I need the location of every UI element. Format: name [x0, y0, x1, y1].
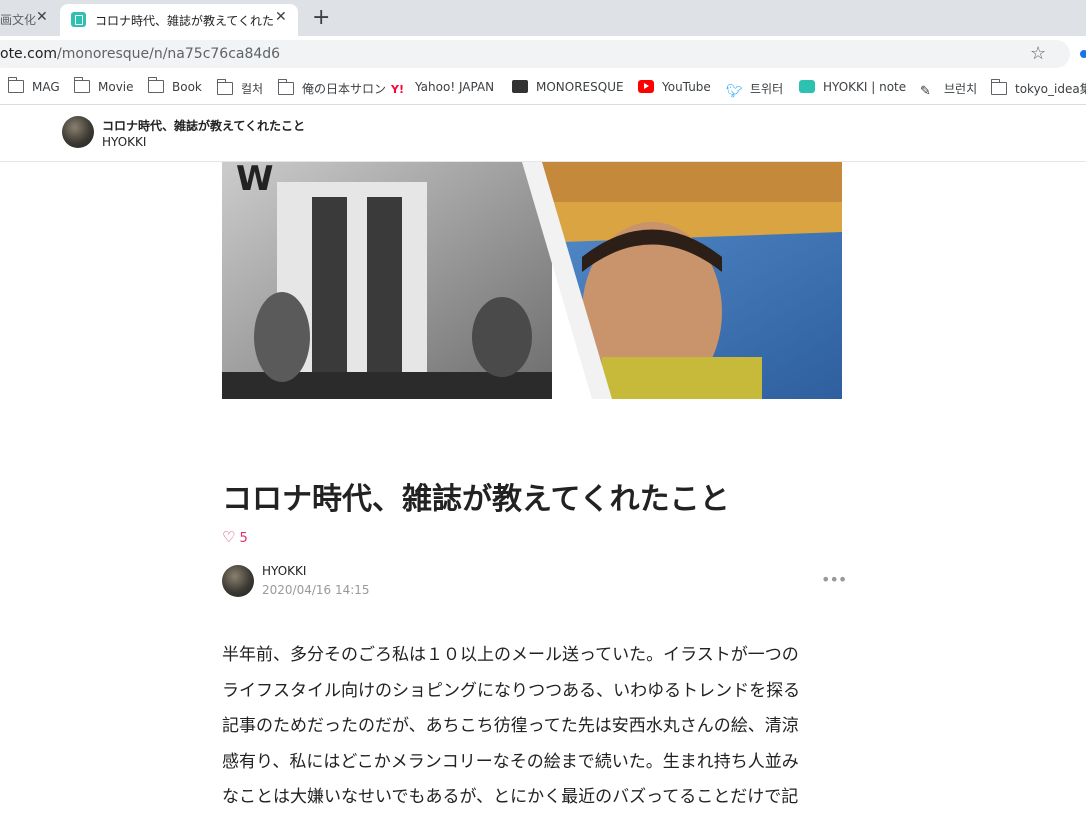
- close-icon[interactable]: ✕: [36, 9, 48, 25]
- article-sticky-header: コロナ時代、雑誌が教えてくれたこと HYOKKI: [0, 105, 1086, 162]
- bookmark-label: Yahoo! JAPAN: [415, 80, 495, 94]
- bookmark-tokyo-idea[interactable]: tokyo_idea集: [991, 79, 1086, 98]
- url-path: /monoresque/n/na75c76ca84d6: [57, 46, 281, 62]
- tab-previous[interactable]: 画文化 ✕: [0, 0, 58, 36]
- like-button[interactable]: ♡ 5: [222, 528, 248, 546]
- folder-icon: [74, 77, 90, 93]
- body-line: 半年前、多分そのごろ私は１０以上のメール送っていた。イラストが一つの: [222, 645, 799, 665]
- bookmark-twitter[interactable]: 🐦︎ 트위터: [726, 80, 784, 99]
- body-line: ライフスタイル向けのショピングになりつつある、いわゆるトレンドを探る: [222, 680, 801, 701]
- bookmark-yahoo[interactable]: Y! Yahoo! JAPAN: [391, 80, 494, 98]
- bookmark-label: 브런치: [944, 82, 978, 96]
- tab-title: 画文化: [0, 13, 37, 27]
- close-icon[interactable]: ✕: [275, 9, 287, 25]
- bookmark-label: tokyo_idea集: [1015, 82, 1086, 96]
- bookmark-label: Movie: [98, 80, 134, 94]
- bookmark-movie[interactable]: Movie: [74, 77, 134, 98]
- bookmark-star-icon[interactable]: ☆: [1030, 43, 1046, 64]
- more-options-icon[interactable]: •••: [821, 570, 847, 589]
- new-tab-button[interactable]: +: [312, 6, 330, 30]
- bookmark-youtube[interactable]: YouTube: [638, 80, 711, 98]
- heart-icon: ♡: [222, 528, 236, 546]
- avatar[interactable]: [62, 116, 94, 148]
- bookmarks-bar: MAG Movie Book 컬처 俺の日本サロン Y! Yahoo! JAPAN…: [0, 72, 1086, 105]
- body-line: 記事のためだったのだが、あちこち彷徨ってた先は安西水丸さんの絵、清涼: [222, 716, 799, 736]
- monoresque-icon: [512, 80, 528, 93]
- bookmark-brunch[interactable]: ✎ 브런치: [920, 80, 978, 99]
- bookmark-monoresque[interactable]: MONORESQUE: [512, 80, 624, 98]
- bookmark-label: MAG: [32, 80, 60, 94]
- tab-strip: 画文化 ✕ コロナ時代、雑誌が教えてくれたこと ✕ +: [0, 0, 1086, 36]
- header-title[interactable]: コロナ時代、雑誌が教えてくれたこと: [102, 117, 305, 134]
- note-icon: [799, 80, 815, 93]
- folder-icon: [8, 77, 24, 93]
- bookmark-hyokki-note[interactable]: HYOKKI | note: [799, 80, 906, 98]
- tab-title: コロナ時代、雑誌が教えてくれたこと: [95, 14, 275, 28]
- bookmark-label: MONORESQUE: [536, 80, 624, 94]
- publish-date: 2020/04/16 14:15: [262, 583, 370, 597]
- bookmark-mag[interactable]: MAG: [8, 77, 60, 98]
- bookmark-nihon-salon[interactable]: 俺の日本サロン: [278, 79, 387, 98]
- bookmark-label: HYOKKI | note: [823, 80, 907, 94]
- tab-active[interactable]: コロナ時代、雑誌が教えてくれたこと ✕: [60, 4, 298, 36]
- url-domain: ote.com: [0, 46, 58, 62]
- address-bar[interactable]: ote.com/monoresque/n/na75c76ca84d6 ☆: [0, 40, 1070, 68]
- yahoo-icon: Y!: [391, 83, 404, 96]
- body-line: 感有り、私にはどこかメランコリーなその絵まで続いた。生まれ持ち人並み: [222, 751, 799, 772]
- avatar[interactable]: [222, 565, 254, 597]
- folder-icon: [148, 77, 164, 93]
- extension-icon[interactable]: [1080, 50, 1086, 58]
- url-text: ote.com/monoresque/n/na75c76ca84d6: [0, 46, 280, 62]
- bookmark-label: 컬처: [241, 82, 264, 96]
- folder-icon: [217, 79, 233, 95]
- svg-text:W: W: [236, 162, 274, 199]
- pen-icon: ✎: [920, 84, 931, 99]
- bookmark-label: 俺の日本サロン: [302, 82, 387, 96]
- folder-icon: [991, 79, 1007, 95]
- like-count: 5: [239, 531, 248, 546]
- folder-icon: [278, 79, 294, 95]
- author-name[interactable]: HYOKKI: [262, 564, 306, 578]
- hero-image: W: [222, 162, 842, 399]
- body-line: なことは大嫌いなせいでもあるが、とにかく最近のバズってることだけで記: [222, 787, 799, 807]
- article-title: コロナ時代、雑誌が教えてくれたこと: [222, 482, 730, 517]
- article-body: 半年前、多分そのごろ私は１０以上のメール送っていた。イラストが一つの ライフスタ…: [222, 638, 842, 816]
- header-author[interactable]: HYOKKI: [102, 135, 146, 149]
- twitter-icon: 🐦︎: [726, 84, 743, 99]
- youtube-icon: [638, 80, 654, 93]
- bookmark-culture[interactable]: 컬처: [217, 79, 264, 98]
- bookmark-label: Book: [172, 80, 202, 94]
- bookmark-book[interactable]: Book: [148, 77, 202, 98]
- bookmark-label: 트위터: [750, 82, 784, 96]
- bookmark-label: YouTube: [662, 80, 711, 94]
- note-favicon-icon: [71, 12, 86, 27]
- browser-toolbar: ote.com/monoresque/n/na75c76ca84d6 ☆: [0, 36, 1086, 72]
